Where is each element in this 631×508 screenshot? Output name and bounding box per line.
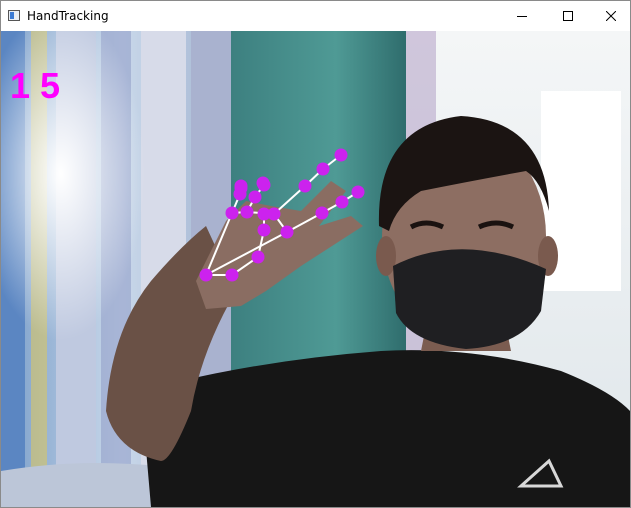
title-bar[interactable]: HandTracking [1,1,630,31]
hand-landmark [315,206,329,220]
hand-landmark [248,190,262,204]
close-button[interactable] [591,1,630,31]
hand-landmark [351,185,365,199]
window-icon [8,10,20,21]
hand-landmark [256,176,270,190]
hand-landmarks-overlay [199,148,365,282]
hand-landmark [335,195,349,209]
landmark-connection [205,231,288,276]
close-icon [605,11,616,21]
hand-landmark [234,181,248,195]
hand-landmark [251,250,265,264]
minimize-icon [517,16,527,17]
window-title: HandTracking [27,9,109,23]
app-window: HandTracking 15 [0,0,631,508]
hand-landmark [267,207,281,221]
hand-landmark [199,268,213,282]
hand-landmark [280,225,294,239]
camera-frame: 15 [1,31,630,507]
hand-landmark [225,268,239,282]
hand-landmark [334,148,348,162]
hand-landmark [225,206,239,220]
hand-landmark [257,223,271,237]
hand-landmark [298,179,312,193]
maximize-button[interactable] [545,1,591,31]
hand-landmark [316,162,330,176]
minimize-button[interactable] [499,1,545,31]
landmark-connection [205,212,233,276]
hand-landmark [240,205,254,219]
maximize-icon [563,11,573,21]
